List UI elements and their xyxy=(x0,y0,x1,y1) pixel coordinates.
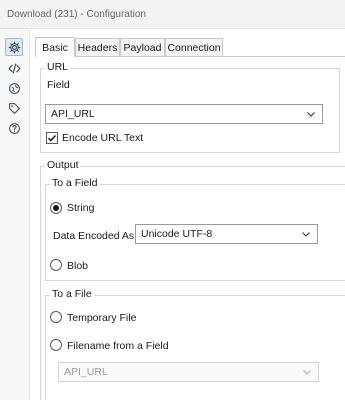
title-bar: Download (231) - Configuration xyxy=(0,0,345,29)
globe-icon[interactable] xyxy=(5,79,23,97)
tab-headers-label: Headers xyxy=(77,42,118,54)
filename-from-field-radio[interactable] xyxy=(50,339,62,351)
output-group-label: Output xyxy=(45,159,81,171)
filename-field-value: API_URL xyxy=(64,366,108,378)
encode-url-label: Encode URL Text xyxy=(62,132,144,144)
data-encoded-label: Data Encoded As xyxy=(53,230,135,242)
temporary-file-radio[interactable] xyxy=(50,311,62,323)
encoding-value: Unicode UTF-8 xyxy=(141,228,213,240)
blob-radio[interactable] xyxy=(50,259,62,271)
blob-label: Blob xyxy=(67,260,89,272)
gear-icon[interactable] xyxy=(5,38,23,56)
field-label: Field xyxy=(47,79,70,91)
filename-from-field-label: Filename from a Field xyxy=(67,340,169,352)
checkmark-icon xyxy=(47,134,57,142)
window-title: Download (231) - Configuration xyxy=(7,9,146,20)
to-field-group-label: To a Field xyxy=(50,177,100,189)
sidebar xyxy=(0,30,30,400)
string-radio[interactable] xyxy=(50,202,62,214)
url-group-label: URL xyxy=(45,61,71,73)
tab-payload-label: Payload xyxy=(123,42,162,54)
tab-divider xyxy=(35,56,345,57)
temporary-file-label: Temporary File xyxy=(67,312,137,324)
encoding-select[interactable]: Unicode UTF-8 xyxy=(135,224,318,244)
help-icon[interactable] xyxy=(5,119,23,137)
encode-url-checkbox[interactable] xyxy=(46,132,58,144)
url-field-value: API_URL xyxy=(51,108,95,120)
tab-payload[interactable]: Payload xyxy=(120,38,165,57)
tab-headers[interactable]: Headers xyxy=(75,38,120,57)
chevron-down-icon xyxy=(307,112,315,117)
chevron-down-icon xyxy=(303,370,311,375)
tab-basic-label: Basic xyxy=(42,41,68,54)
chevron-down-icon xyxy=(302,232,310,237)
radio-selected-dot xyxy=(53,205,59,211)
filename-field-select[interactable]: API_URL xyxy=(58,362,319,382)
tab-connection-label: Connection xyxy=(167,42,221,54)
tag-icon[interactable] xyxy=(5,99,23,117)
url-field-select[interactable]: API_URL xyxy=(45,104,323,124)
to-file-group-label: To a File xyxy=(50,288,94,300)
tab-connection[interactable]: Connection xyxy=(165,38,223,57)
code-icon[interactable] xyxy=(5,59,23,77)
string-label: String xyxy=(67,202,95,214)
tab-basic[interactable]: Basic xyxy=(35,37,75,57)
